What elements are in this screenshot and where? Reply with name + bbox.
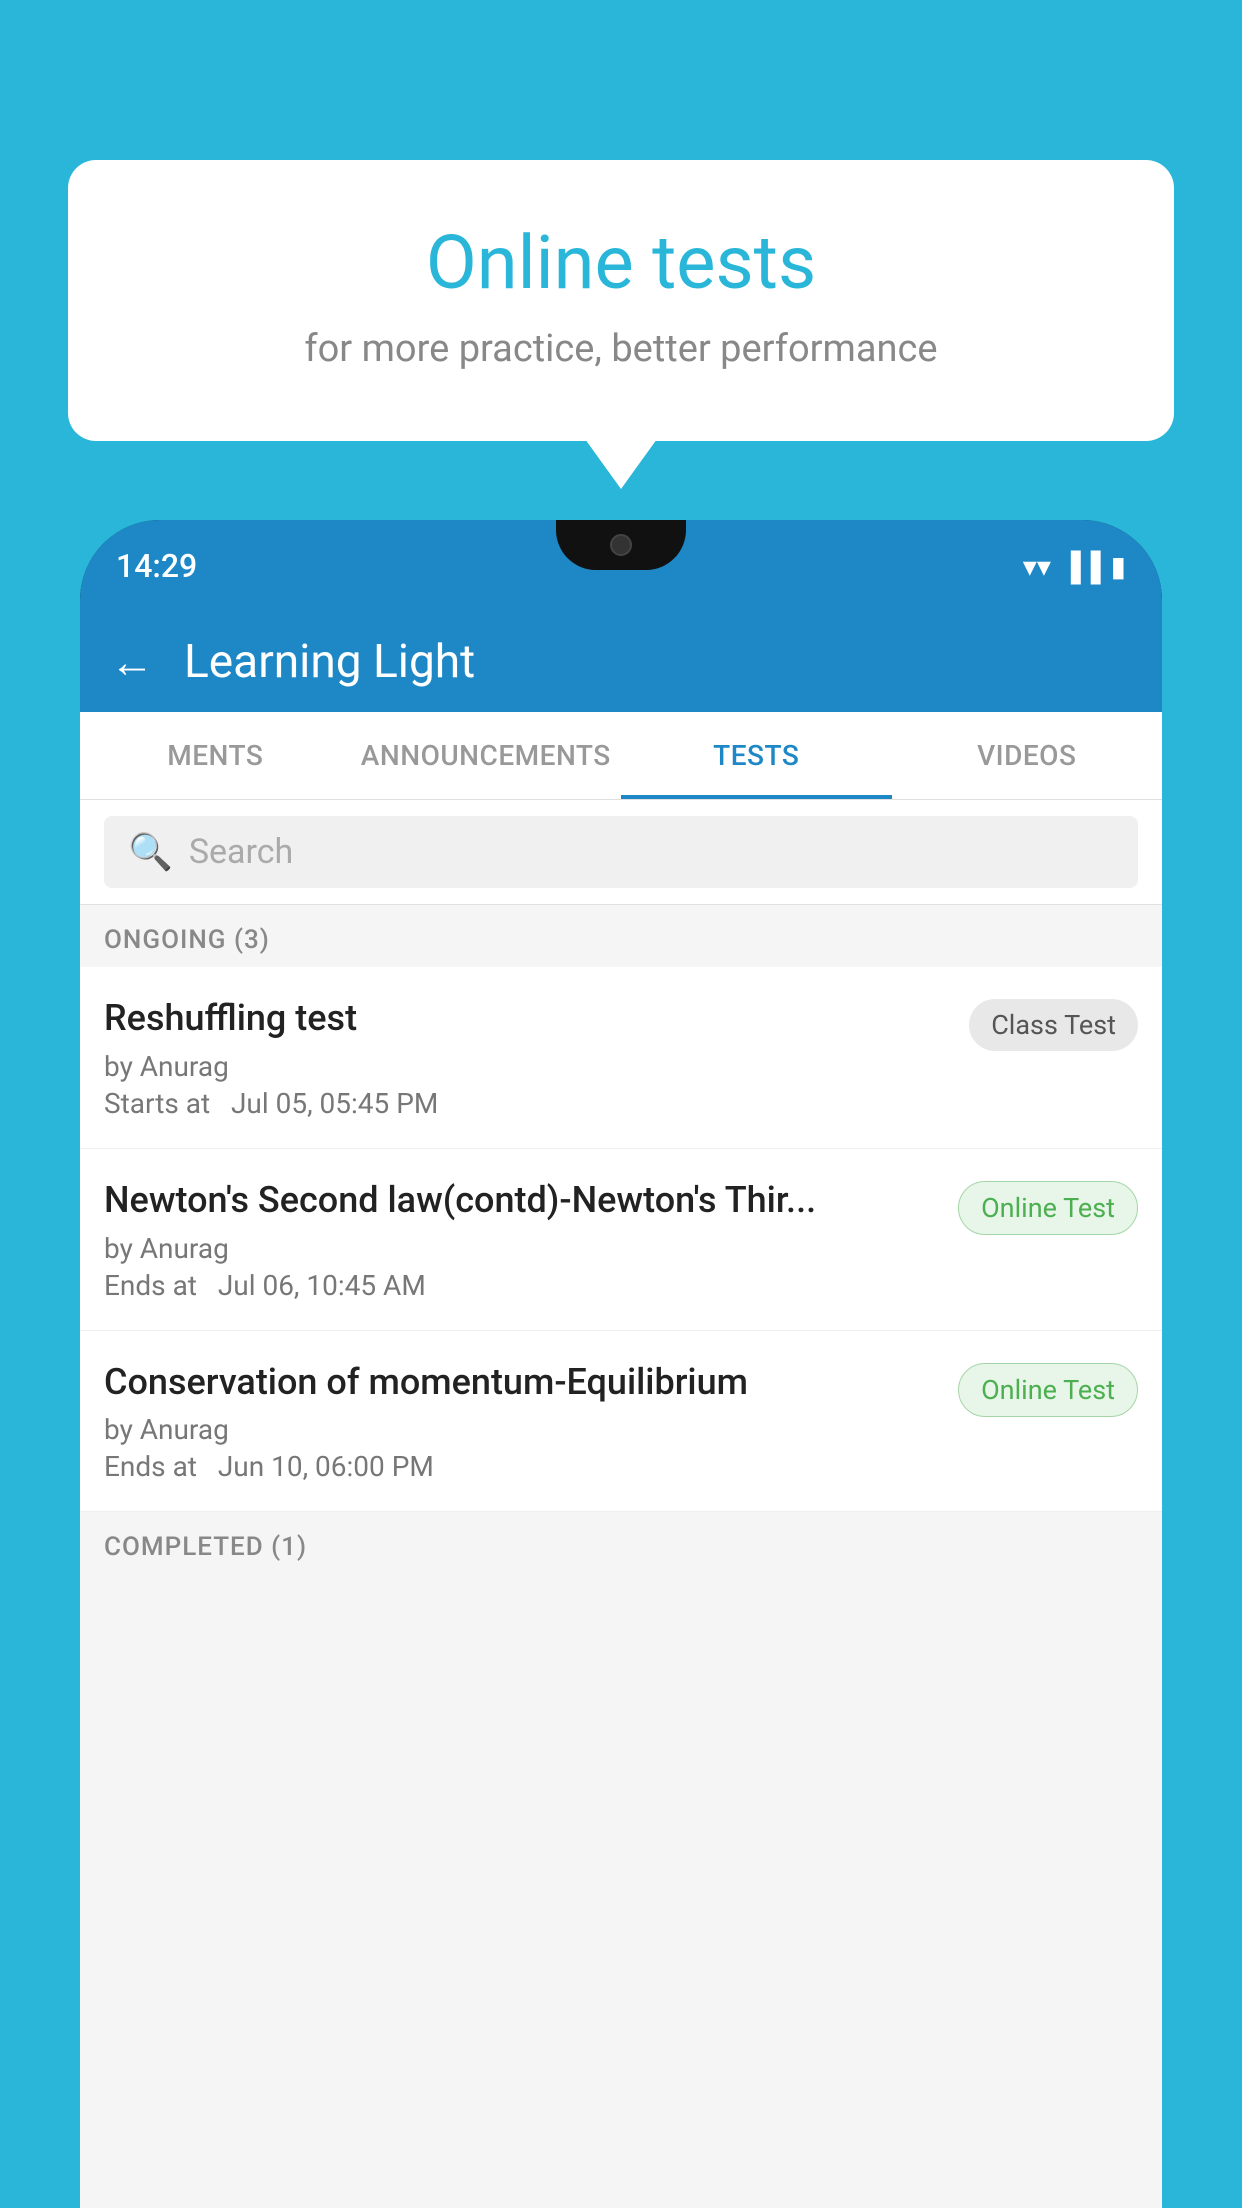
completed-section-header: COMPLETED (1)	[80, 1512, 1162, 1574]
search-placeholder: Search	[189, 832, 293, 872]
status-time: 14:29	[116, 547, 197, 585]
bubble-subtitle: for more practice, better performance	[128, 327, 1114, 371]
notch	[556, 520, 686, 570]
app-title: Learning Light	[184, 635, 475, 689]
test-list: Reshuffling test by Anurag Starts at Jul…	[80, 967, 1162, 1512]
search-icon: 🔍	[128, 831, 173, 873]
test-item-left: Newton's Second law(contd)-Newton's Thir…	[104, 1177, 938, 1302]
speech-bubble: Online tests for more practice, better p…	[68, 160, 1174, 441]
camera	[610, 534, 632, 556]
phone-frame: 14:29 ▾▾ ▐▐ ▮ ← Learning Light MENTS ANN…	[80, 520, 1162, 2208]
status-bar: 14:29 ▾▾ ▐▐ ▮	[80, 520, 1162, 612]
phone-screen: MENTS ANNOUNCEMENTS TESTS VIDEOS 🔍 Searc…	[80, 712, 1162, 2208]
back-button[interactable]: ←	[110, 636, 154, 688]
test-item-left: Conservation of momentum-Equilibrium by …	[104, 1359, 938, 1484]
bubble-title: Online tests	[128, 220, 1114, 307]
class-test-badge: Class Test	[969, 999, 1138, 1051]
ongoing-section-header: ONGOING (3)	[80, 905, 1162, 967]
test-name: Newton's Second law(contd)-Newton's Thir…	[104, 1177, 938, 1224]
test-time: Ends at Jul 06, 10:45 AM	[104, 1269, 938, 1302]
test-author: by Anurag	[104, 1232, 938, 1265]
online-test-badge: Online Test	[958, 1181, 1138, 1235]
test-badge-container: Online Test	[958, 1177, 1138, 1235]
tab-videos[interactable]: VIDEOS	[892, 712, 1163, 799]
test-time: Starts at Jul 05, 05:45 PM	[104, 1087, 949, 1120]
tab-announcements[interactable]: ANNOUNCEMENTS	[351, 712, 622, 799]
test-author: by Anurag	[104, 1050, 949, 1083]
test-badge-container: Online Test	[958, 1359, 1138, 1417]
status-icons: ▾▾ ▐▐ ▮	[1023, 550, 1126, 583]
tabs-bar: MENTS ANNOUNCEMENTS TESTS VIDEOS	[80, 712, 1162, 800]
test-time: Ends at Jun 10, 06:00 PM	[104, 1450, 938, 1483]
test-item[interactable]: Newton's Second law(contd)-Newton's Thir…	[80, 1149, 1162, 1331]
test-badge-container: Class Test	[969, 995, 1138, 1051]
test-author: by Anurag	[104, 1413, 938, 1446]
test-name: Reshuffling test	[104, 995, 949, 1042]
wifi-icon: ▾▾	[1023, 550, 1051, 583]
test-item[interactable]: Reshuffling test by Anurag Starts at Jul…	[80, 967, 1162, 1149]
search-box[interactable]: 🔍 Search	[104, 816, 1138, 888]
test-item[interactable]: Conservation of momentum-Equilibrium by …	[80, 1331, 1162, 1513]
online-test-badge-2: Online Test	[958, 1363, 1138, 1417]
search-container: 🔍 Search	[80, 800, 1162, 905]
battery-icon: ▮	[1111, 550, 1126, 583]
tab-tests[interactable]: TESTS	[621, 712, 892, 799]
app-bar: ← Learning Light	[80, 612, 1162, 712]
tab-ments[interactable]: MENTS	[80, 712, 351, 799]
test-item-left: Reshuffling test by Anurag Starts at Jul…	[104, 995, 949, 1120]
signal-icon: ▐▐	[1061, 550, 1101, 583]
test-name: Conservation of momentum-Equilibrium	[104, 1359, 938, 1406]
